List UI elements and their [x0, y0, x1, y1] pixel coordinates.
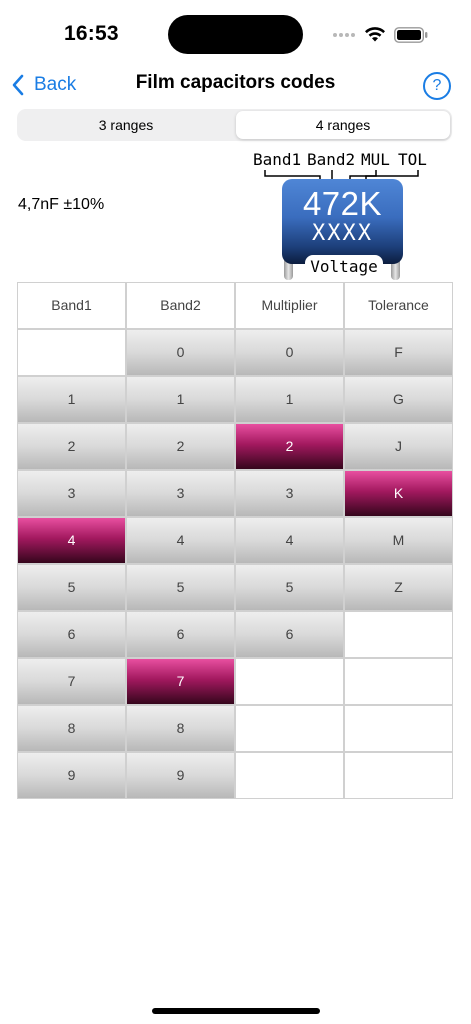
band1-option[interactable]: 8: [17, 705, 126, 752]
help-button[interactable]: ?: [423, 72, 451, 100]
voltage-label-box: Voltage: [305, 255, 383, 279]
band2-option[interactable]: 2: [126, 423, 235, 470]
tolerance-option[interactable]: K: [344, 470, 453, 517]
header-band2: Band2: [126, 282, 235, 329]
multiplier-option[interactable]: 6: [235, 611, 344, 658]
tolerance-empty-cell: [344, 752, 453, 799]
multiplier-option[interactable]: 5: [235, 564, 344, 611]
multiplier-option[interactable]: 4: [235, 517, 344, 564]
multiplier-option[interactable]: 2: [235, 423, 344, 470]
band2-option[interactable]: 7: [126, 658, 235, 705]
band2-option[interactable]: 5: [126, 564, 235, 611]
status-time: 16:53: [64, 22, 119, 45]
header-tolerance: Tolerance: [344, 282, 453, 329]
band1-option[interactable]: 7: [17, 658, 126, 705]
page-title: Film capacitors codes: [135, 72, 336, 93]
wifi-icon: [365, 27, 385, 42]
multiplier-option[interactable]: 0: [235, 329, 344, 376]
band2-option[interactable]: 1: [126, 376, 235, 423]
capacitor-code: 472K: [302, 185, 383, 222]
tolerance-empty-cell: [344, 611, 453, 658]
capacitor-subcode: XXXX: [312, 221, 373, 246]
band2-option[interactable]: 8: [126, 705, 235, 752]
band1-option[interactable]: 2: [17, 423, 126, 470]
ranges-segmented-control: 3 ranges 4 ranges: [17, 109, 452, 141]
home-indicator: [152, 1008, 320, 1014]
band1-option[interactable]: 1: [17, 376, 126, 423]
band2-option[interactable]: 3: [126, 470, 235, 517]
band1-option[interactable]: 6: [17, 611, 126, 658]
cellular-signal-icon: [333, 31, 359, 39]
segment-4-ranges[interactable]: 4 ranges: [236, 111, 450, 139]
band1-option[interactable]: 5: [17, 564, 126, 611]
multiplier-empty-cell: [235, 752, 344, 799]
multiplier-empty-cell: [235, 705, 344, 752]
battery-icon: [394, 27, 428, 43]
dynamic-island: [168, 15, 303, 54]
band1-option[interactable]: 3: [17, 470, 126, 517]
band1-empty-cell: [17, 329, 126, 376]
tolerance-option[interactable]: J: [344, 423, 453, 470]
voltage-label: Voltage: [310, 257, 378, 276]
tolerance-empty-cell: [344, 705, 453, 752]
band2-option[interactable]: 4: [126, 517, 235, 564]
multiplier-empty-cell: [235, 658, 344, 705]
tolerance-empty-cell: [344, 658, 453, 705]
question-icon: ?: [432, 77, 442, 94]
multiplier-option[interactable]: 1: [235, 376, 344, 423]
segment-3-ranges[interactable]: 3 ranges: [19, 111, 233, 139]
band2-option[interactable]: 9: [126, 752, 235, 799]
tolerance-option[interactable]: M: [344, 517, 453, 564]
capacitor-illustration: Band1 Band2 MUL TOL 472K XXXX Voltage: [248, 148, 438, 280]
multiplier-option[interactable]: 3: [235, 470, 344, 517]
band2-option[interactable]: 6: [126, 611, 235, 658]
band1-option[interactable]: 9: [17, 752, 126, 799]
capacitor-body: 472K XXXX: [282, 179, 403, 264]
tolerance-option[interactable]: G: [344, 376, 453, 423]
capacitance-value: 4,7nF ±10%: [18, 196, 105, 213]
band2-option[interactable]: 0: [126, 329, 235, 376]
band1-option[interactable]: 4: [17, 517, 126, 564]
tolerance-option[interactable]: Z: [344, 564, 453, 611]
status-bar: 16:53: [0, 0, 471, 60]
tolerance-option[interactable]: F: [344, 329, 453, 376]
header-band1: Band1: [17, 282, 126, 329]
header-multiplier: Multiplier: [235, 282, 344, 329]
